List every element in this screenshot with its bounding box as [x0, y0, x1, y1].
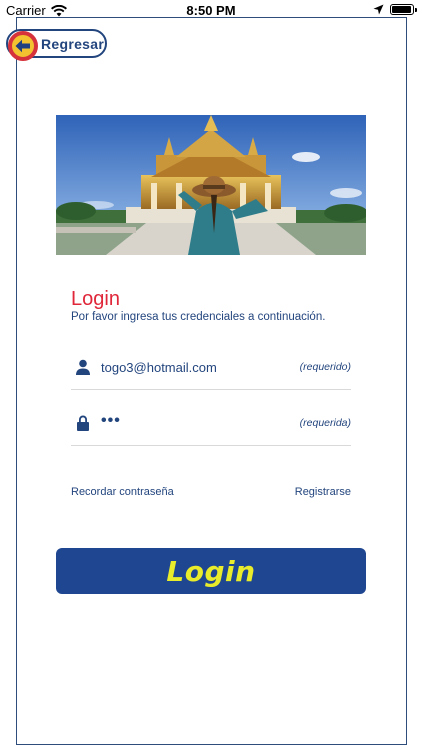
- login-title: Login: [71, 288, 120, 310]
- register-link[interactable]: Registrarse: [295, 486, 351, 498]
- login-subtitle: Por favor ingresa tus credenciales a con…: [71, 311, 326, 323]
- login-button[interactable]: Login: [56, 548, 366, 594]
- clock: 8:50 PM: [186, 3, 236, 18]
- password-value: •••: [101, 412, 121, 429]
- user-icon: [76, 359, 90, 375]
- email-value: togo3@hotmail.com: [101, 360, 217, 375]
- email-required-label: (requerido): [299, 361, 351, 373]
- email-field[interactable]: togo3@hotmail.com (requerido): [71, 346, 351, 390]
- remember-password-link[interactable]: Recordar contraseña: [71, 486, 174, 498]
- login-button-label: Login: [166, 554, 256, 588]
- lock-icon: [77, 415, 89, 431]
- password-required-label: (requerida): [299, 417, 351, 429]
- temple-photo: [56, 115, 366, 255]
- status-bar-right: [373, 4, 417, 15]
- arrow-left-icon: [15, 39, 30, 53]
- password-field[interactable]: ••• (requerida): [71, 402, 351, 446]
- back-icon-circle: [8, 31, 38, 61]
- hero-image: [56, 115, 366, 255]
- back-button-label: Regresar: [41, 36, 105, 52]
- battery-level: [392, 6, 411, 13]
- back-button[interactable]: Regresar: [6, 29, 107, 61]
- battery-icon: [390, 4, 417, 15]
- location-arrow-icon: [373, 4, 384, 15]
